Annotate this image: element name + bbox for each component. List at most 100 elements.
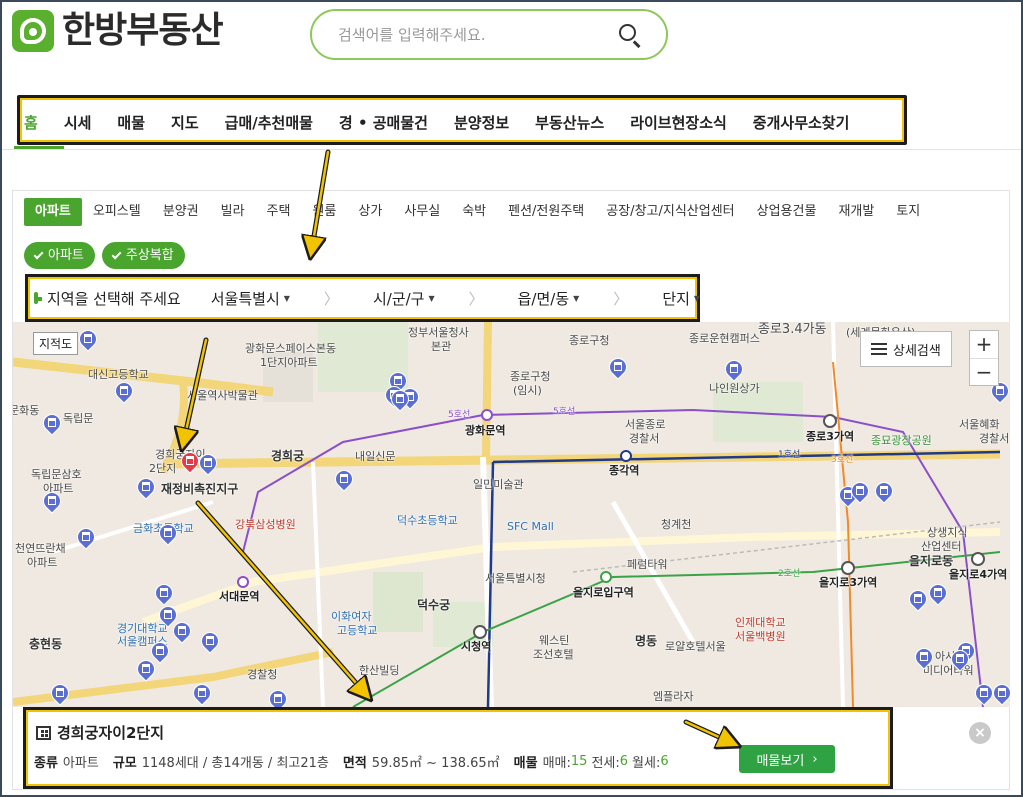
nav-item[interactable]: 분양정보 <box>454 112 509 133</box>
category-tab[interactable]: 원룸 <box>301 198 347 226</box>
map-canvas[interactable]: 정부서울청사 본관 광화문스페이스본동 1단지아파트 대신고등학교 독립문 독립… <box>13 322 1010 707</box>
complex-marker[interactable] <box>387 386 413 412</box>
view-listings-button[interactable]: 매물보기 › <box>739 745 835 773</box>
map-label: 을지로동 <box>909 554 954 568</box>
complex-marker[interactable] <box>189 680 215 706</box>
category-tab[interactable]: 분양권 <box>152 198 210 226</box>
map-label: 페럼타워 <box>627 558 668 571</box>
category-tab[interactable]: 상업용건물 <box>746 198 828 226</box>
nav-item[interactable]: 지도 <box>171 112 199 133</box>
building-icon <box>186 456 194 465</box>
complex-marker[interactable] <box>151 580 177 606</box>
nav-item[interactable]: 홈 <box>24 112 38 133</box>
map-label: 충현동 <box>29 637 63 651</box>
search-icon[interactable] <box>616 21 644 49</box>
complex-marker[interactable] <box>133 656 159 682</box>
complex-marker[interactable] <box>155 520 181 546</box>
complex-details: 종류 아파트 규모 1148세대 / 총14개동 / 최고21층 면적 59.8… <box>34 752 669 771</box>
complex-marker[interactable] <box>331 466 357 492</box>
zoom-in-button[interactable]: + <box>970 331 998 359</box>
nav-item[interactable]: 라이브현장소식 <box>630 112 727 133</box>
district-select[interactable]: 시/군/구 ▼ <box>373 288 435 309</box>
logo[interactable]: 한방부동산 <box>12 10 224 52</box>
complex-marker[interactable] <box>265 686 291 707</box>
building-icon <box>340 474 348 483</box>
close-icon[interactable]: × <box>969 722 991 744</box>
filter-chip[interactable]: 주상복합 <box>101 242 185 269</box>
complex-marker[interactable] <box>605 354 631 380</box>
scale-value: 1148세대 / 총14개동 / 최고21층 <box>141 756 329 771</box>
complex-marker[interactable] <box>169 618 195 644</box>
complex-marker[interactable] <box>75 326 101 352</box>
category-tab[interactable]: 아파트 <box>24 198 82 226</box>
nav-item[interactable]: 시세 <box>64 112 92 133</box>
complex-marker[interactable] <box>905 586 931 612</box>
complex-marker[interactable] <box>73 524 99 550</box>
map-label: SFC Mall <box>507 520 554 533</box>
map-label: 나인원상가 <box>709 382 760 395</box>
complex-marker[interactable] <box>721 356 747 382</box>
search-input[interactable] <box>338 25 616 44</box>
category-tab[interactable]: 토지 <box>885 198 931 226</box>
map-label: 서울역사박물관 <box>187 389 258 402</box>
category-tab[interactable]: 주택 <box>256 198 302 226</box>
building-icon <box>396 394 404 403</box>
complex-marker[interactable] <box>195 450 221 476</box>
nav-item[interactable]: 중개사무소찾기 <box>753 112 850 133</box>
complex-marker[interactable] <box>39 410 65 436</box>
category-tab[interactable]: 빌라 <box>210 198 256 226</box>
town-select-label: 읍/면/동 <box>517 289 570 308</box>
complex-marker[interactable] <box>133 474 159 500</box>
building-icon <box>956 654 964 663</box>
town-select[interactable]: 읍/면/동 ▼ <box>518 288 580 309</box>
complex-marker[interactable] <box>47 680 73 706</box>
map-label: 아파트 <box>27 556 58 569</box>
complex-marker[interactable] <box>911 644 937 670</box>
cadastral-map-toggle[interactable]: 지적도 <box>33 332 79 355</box>
map-label: 서울특별시청 <box>485 572 546 585</box>
detail-search-button[interactable]: 상세검색 <box>860 331 952 367</box>
building-icon <box>48 418 56 427</box>
complex-marker[interactable] <box>39 488 65 514</box>
map-label: 청계천 <box>661 518 692 531</box>
category-tab[interactable]: 숙박 <box>451 198 497 226</box>
complex-marker[interactable] <box>971 680 997 706</box>
complex-marker[interactable] <box>847 478 873 504</box>
map-label: 덕수궁 <box>417 598 451 612</box>
building-icon <box>980 688 988 697</box>
nav-item[interactable]: 경 • 공매물건 <box>339 112 428 133</box>
category-tab[interactable]: 사무실 <box>393 198 451 226</box>
category-tab[interactable]: 오피스텔 <box>82 198 152 226</box>
nav-item[interactable]: 급매/추천매물 <box>225 112 313 133</box>
map-label: 한산빌딩 <box>359 664 400 677</box>
complex-marker[interactable] <box>989 680 1010 706</box>
filter-chip[interactable]: 아파트 <box>24 242 95 269</box>
category-tab[interactable]: 공장/창고/지식산업센터 <box>595 198 745 226</box>
map-label: 대신고등학교 <box>88 368 149 381</box>
complex-marker[interactable] <box>111 378 137 404</box>
complex-marker[interactable] <box>197 628 223 654</box>
area-value: 59.85㎡ ~ 138.65㎡ <box>371 756 500 771</box>
main-nav: 홈 시세 매물 지도 급매/추천매물 경 • 공매물건 분양정보 부동산뉴스 라이브현장소식 중개… <box>24 104 875 140</box>
check-icon <box>33 249 44 259</box>
district-select-label: 시/군/구 <box>372 289 425 308</box>
map-label: 덕수초등학교 <box>397 514 458 527</box>
home-icon <box>34 292 42 304</box>
category-tab[interactable]: 펜션/전원주택 <box>497 198 595 226</box>
complex-select[interactable]: 단지 ▼ <box>662 288 700 309</box>
category-tab[interactable]: 상가 <box>347 198 393 226</box>
category-tab[interactable]: 재개발 <box>827 198 885 226</box>
map-label: 재정비촉진지구 <box>161 482 239 496</box>
sale-count: 15 <box>570 754 588 769</box>
complex-marker[interactable] <box>947 646 973 672</box>
nav-item[interactable]: 부동산뉴스 <box>535 112 604 133</box>
city-select[interactable]: 서울특별시 ▼ <box>211 288 290 309</box>
complex-marker[interactable] <box>925 580 951 606</box>
building-icon <box>998 688 1006 697</box>
building-icon <box>164 528 172 537</box>
complex-marker[interactable] <box>871 478 897 504</box>
map-label: 경찰청 <box>247 668 278 681</box>
selected-complex-marker[interactable] <box>177 448 203 474</box>
zoom-out-button[interactable]: − <box>970 359 998 387</box>
nav-item[interactable]: 매물 <box>117 112 145 133</box>
